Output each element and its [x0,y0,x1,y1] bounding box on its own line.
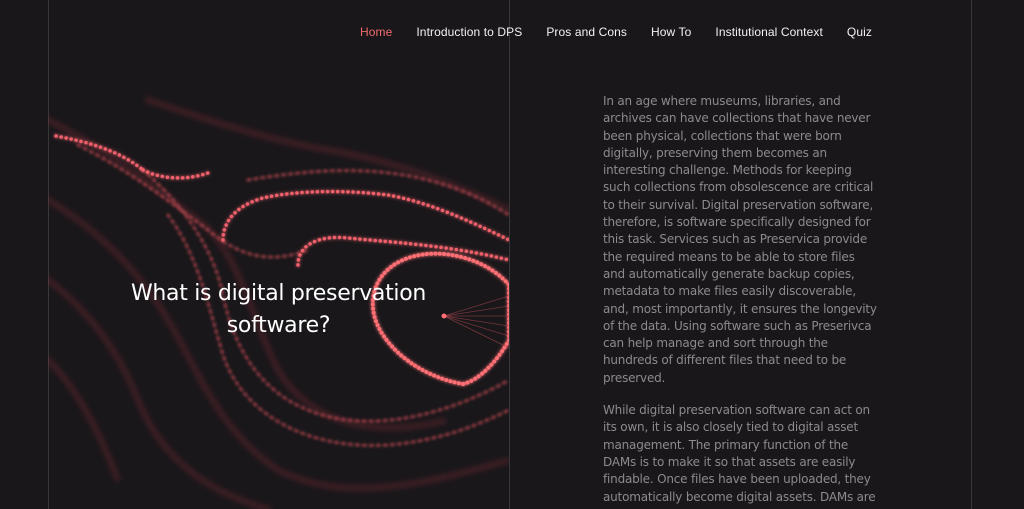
nav-quiz[interactable]: Quiz [847,25,872,39]
content-paragraph-2: While digital preservation software can … [603,403,876,504]
right-divider [971,0,972,509]
nav-institutional-context[interactable]: Institutional Context [715,25,823,39]
page: Home Introduction to DPS Pros and Cons H… [0,0,1024,509]
content-paragraph-1: In an age where museums, libraries, and … [603,94,877,385]
nav-pros-and-cons[interactable]: Pros and Cons [546,25,627,39]
main-content: In an age where museums, libraries, and … [603,93,879,509]
hero-image: What is digital preservation software? [48,80,509,509]
main-nav: Home Introduction to DPS Pros and Cons H… [360,25,872,39]
center-divider [509,0,510,509]
nav-introduction-to-dps[interactable]: Introduction to DPS [416,25,522,39]
nav-how-to[interactable]: How To [651,25,691,39]
nav-home[interactable]: Home [360,25,392,39]
hero-title: What is digital preservation software? [130,281,427,338]
